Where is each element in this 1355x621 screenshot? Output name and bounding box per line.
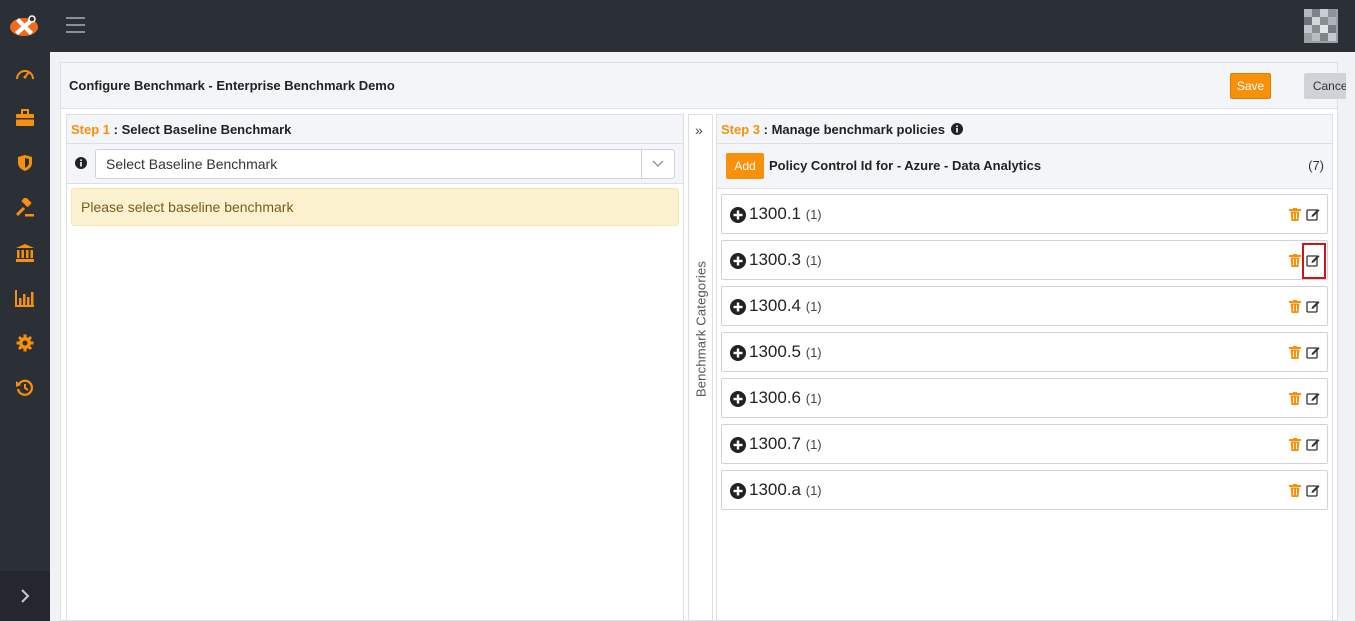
chevron-right-icon: [21, 589, 30, 603]
step1-header: Step 1 : Select Baseline Benchmark: [67, 115, 683, 144]
page-scrollbar[interactable]: [1346, 52, 1355, 621]
policy-item[interactable]: 1300.4 (1): [721, 286, 1328, 326]
trash-icon[interactable]: [1289, 208, 1301, 221]
expand-categories-button[interactable]: »: [695, 122, 703, 138]
page-title: Configure Benchmark - Enterprise Benchma…: [69, 78, 395, 93]
baseline-benchmark-select[interactable]: Select Baseline Benchmark: [95, 149, 675, 179]
policy-item[interactable]: 1300.1 (1): [721, 194, 1328, 234]
baseline-select-row: Select Baseline Benchmark: [67, 144, 683, 184]
step1-title: : Select Baseline Benchmark: [110, 122, 292, 137]
policy-title: Policy Control Id for - Azure - Data Ana…: [769, 158, 1042, 173]
step3-panel: Step 3 : Manage benchmark policies Add P…: [716, 114, 1333, 621]
step3-number: Step 3: [721, 122, 761, 137]
trash-icon[interactable]: [1289, 346, 1301, 359]
policy-item[interactable]: 1300.6 (1): [721, 378, 1328, 418]
policy-item[interactable]: 1300.5 (1): [721, 332, 1328, 372]
edit-icon[interactable]: [1306, 437, 1320, 451]
plus-circle-icon[interactable]: [730, 345, 746, 361]
gavel-icon[interactable]: [15, 198, 35, 218]
policy-item[interactable]: 1300.3 (1): [721, 240, 1328, 280]
plus-circle-icon[interactable]: [730, 483, 746, 499]
edit-icon[interactable]: [1306, 391, 1320, 405]
trash-icon[interactable]: [1289, 484, 1301, 497]
policy-header: Add Policy Control Id for - Azure - Data…: [717, 144, 1332, 189]
policy-item-label: 1300.4 (1): [749, 296, 822, 315]
sidebar-expand-button[interactable]: [0, 571, 50, 621]
app-logo[interactable]: [9, 12, 41, 38]
plus-circle-icon[interactable]: [730, 207, 746, 223]
policy-count: (7): [1308, 158, 1324, 173]
policy-item-label: 1300.5 (1): [749, 342, 822, 361]
policy-item-label: 1300.a (1): [749, 480, 822, 499]
history-icon[interactable]: [15, 378, 35, 398]
hamburger-menu-icon[interactable]: [66, 17, 85, 33]
edit-icon[interactable]: [1306, 483, 1320, 497]
policy-item[interactable]: 1300.7 (1): [721, 424, 1328, 464]
policy-item-label: 1300.6 (1): [749, 388, 822, 407]
edit-icon[interactable]: [1306, 207, 1320, 221]
trash-icon[interactable]: [1289, 300, 1301, 313]
benchmark-categories-panel: » Benchmark Categories: [688, 114, 713, 621]
step1-number: Step 1: [71, 122, 111, 137]
edit-icon[interactable]: [1306, 299, 1320, 313]
policy-item-label: 1300.3 (1): [749, 250, 822, 269]
trash-icon[interactable]: [1289, 254, 1301, 267]
user-avatar[interactable]: [1304, 9, 1338, 43]
edit-icon[interactable]: [1306, 253, 1320, 267]
page-header: Configure Benchmark - Enterprise Benchma…: [61, 63, 1355, 109]
policy-item-label: 1300.1 (1): [749, 204, 822, 223]
save-button[interactable]: Save: [1230, 73, 1271, 99]
bar-chart-icon[interactable]: [15, 288, 35, 308]
benchmark-categories-label: Benchmark Categories: [693, 260, 709, 398]
add-policy-button[interactable]: Add: [726, 153, 764, 179]
sidebar: [0, 52, 50, 621]
edit-icon[interactable]: [1306, 345, 1320, 359]
briefcase-icon[interactable]: [15, 108, 35, 128]
step3-title: : Manage benchmark policies: [760, 122, 945, 137]
select-baseline-warning: Please select baseline benchmark: [71, 188, 679, 226]
dashboard-icon[interactable]: [15, 65, 35, 85]
info-icon: [950, 123, 963, 135]
top-bar: [0, 0, 1355, 52]
info-icon: [75, 157, 87, 169]
bank-icon[interactable]: [15, 243, 35, 263]
step3-header: Step 3 : Manage benchmark policies: [717, 115, 1332, 144]
plus-circle-icon[interactable]: [730, 299, 746, 315]
plus-circle-icon[interactable]: [730, 437, 746, 453]
chevron-down-icon[interactable]: [641, 150, 674, 178]
trash-icon[interactable]: [1289, 438, 1301, 451]
plus-circle-icon[interactable]: [730, 253, 746, 269]
policy-item-label: 1300.7 (1): [749, 434, 822, 453]
plus-circle-icon[interactable]: [730, 391, 746, 407]
trash-icon[interactable]: [1289, 392, 1301, 405]
step1-panel: Step 1 : Select Baseline Benchmark Selec…: [66, 114, 684, 621]
policy-item[interactable]: 1300.a (1): [721, 470, 1328, 510]
gear-icon[interactable]: [15, 333, 35, 353]
baseline-select-value: Select Baseline Benchmark: [106, 156, 278, 172]
shield-icon[interactable]: [15, 153, 35, 173]
